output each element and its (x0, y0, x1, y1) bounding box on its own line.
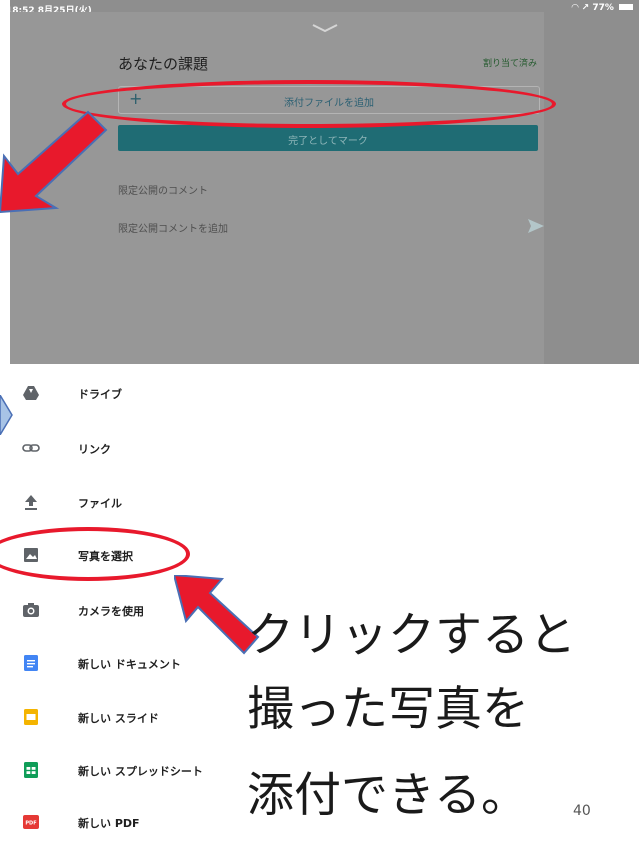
battery-percent: 77% (592, 3, 614, 13)
menu-item-label: 新しい ドキュメント (78, 658, 181, 671)
page-number: 40 (573, 803, 591, 819)
drive-icon (23, 386, 39, 400)
sheets-icon (24, 762, 38, 778)
private-comments-header: 限定公開のコメント (118, 186, 208, 197)
menu-item-label: 新しい スライド (78, 712, 159, 725)
status-battery: ◠ ↗ 77% (572, 3, 633, 13)
annotation-line-2: 撮った写真を (247, 682, 529, 737)
slides-icon (24, 709, 38, 725)
menu-item-label: ファイル (78, 497, 122, 510)
link-icon (22, 444, 40, 452)
menu-item-label: 新しい スプレッドシート (78, 765, 203, 778)
annotation-line-1: クリックすると (247, 608, 576, 663)
attach-highlight-ellipse (62, 80, 556, 128)
menu-item-link[interactable]: リンク (10, 423, 639, 473)
pointer-arrow-top-left (0, 110, 108, 214)
menu-item-drive[interactable]: ドライブ (10, 368, 639, 418)
docs-icon (24, 655, 38, 671)
annotation-line-3: 添付できる。 (247, 768, 529, 823)
menu-item-file[interactable]: ファイル (10, 477, 639, 527)
battery-icon (619, 4, 633, 10)
private-comment-input[interactable]: 限定公開コメントを追加 (118, 220, 228, 235)
chevron-down-icon[interactable] (310, 22, 340, 34)
assigned-status: 割り当て済み (482, 59, 537, 69)
menu-item-label: ドライブ (78, 388, 122, 401)
pdf-icon: PDF (23, 815, 39, 829)
send-icon[interactable] (528, 219, 544, 233)
svg-text:PDF: PDF (25, 821, 36, 827)
task-title: あなたの課題 (118, 55, 209, 73)
camera-icon (23, 603, 39, 617)
menu-item-label: リンク (78, 443, 111, 456)
mark-done-label: 完了としてマーク (288, 136, 368, 147)
blue-callout-edge (0, 395, 13, 435)
wifi-icon: ◠ ↗ (571, 3, 593, 13)
mark-done-button[interactable]: 完了としてマーク (118, 125, 538, 151)
menu-item-label: カメラを使用 (78, 605, 144, 618)
menu-item-label: 新しい PDF (78, 817, 140, 830)
upload-icon (25, 495, 37, 510)
